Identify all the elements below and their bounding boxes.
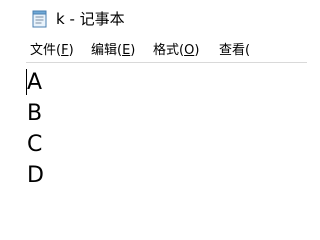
title-bar[interactable]: k - 记事本 [0, 0, 307, 38]
text-caret [26, 69, 27, 95]
text-line-2: B [27, 101, 43, 126]
text-line-3: C [27, 132, 43, 157]
menu-file-accelerator: F [61, 43, 69, 58]
menu-format[interactable]: 格式(O) [153, 42, 199, 60]
menu-edit-label-end: ) [130, 43, 136, 58]
menu-edit-label: 编辑( [91, 43, 123, 58]
menu-file-label-end: ) [68, 43, 74, 58]
menu-format-accelerator: O [184, 43, 195, 58]
menu-file[interactable]: 文件(F) [30, 42, 74, 60]
menu-format-label: 格式( [153, 43, 185, 58]
menu-format-label-end: ) [194, 43, 200, 58]
menu-file-label: 文件( [30, 43, 62, 58]
menu-edit[interactable]: 编辑(E) [91, 42, 135, 60]
text-line-4: D [27, 163, 44, 188]
menu-view-label: 查看( [219, 43, 251, 58]
window-title: k - 记事本 [56, 10, 125, 28]
text-editor-area[interactable]: A B C D [0, 63, 307, 203]
menu-bar: 文件(F) 编辑(E) 格式(O) 查看( [0, 40, 307, 62]
text-line-1: A [27, 70, 43, 95]
notepad-icon [32, 10, 47, 28]
menu-view[interactable]: 查看( [219, 42, 250, 60]
